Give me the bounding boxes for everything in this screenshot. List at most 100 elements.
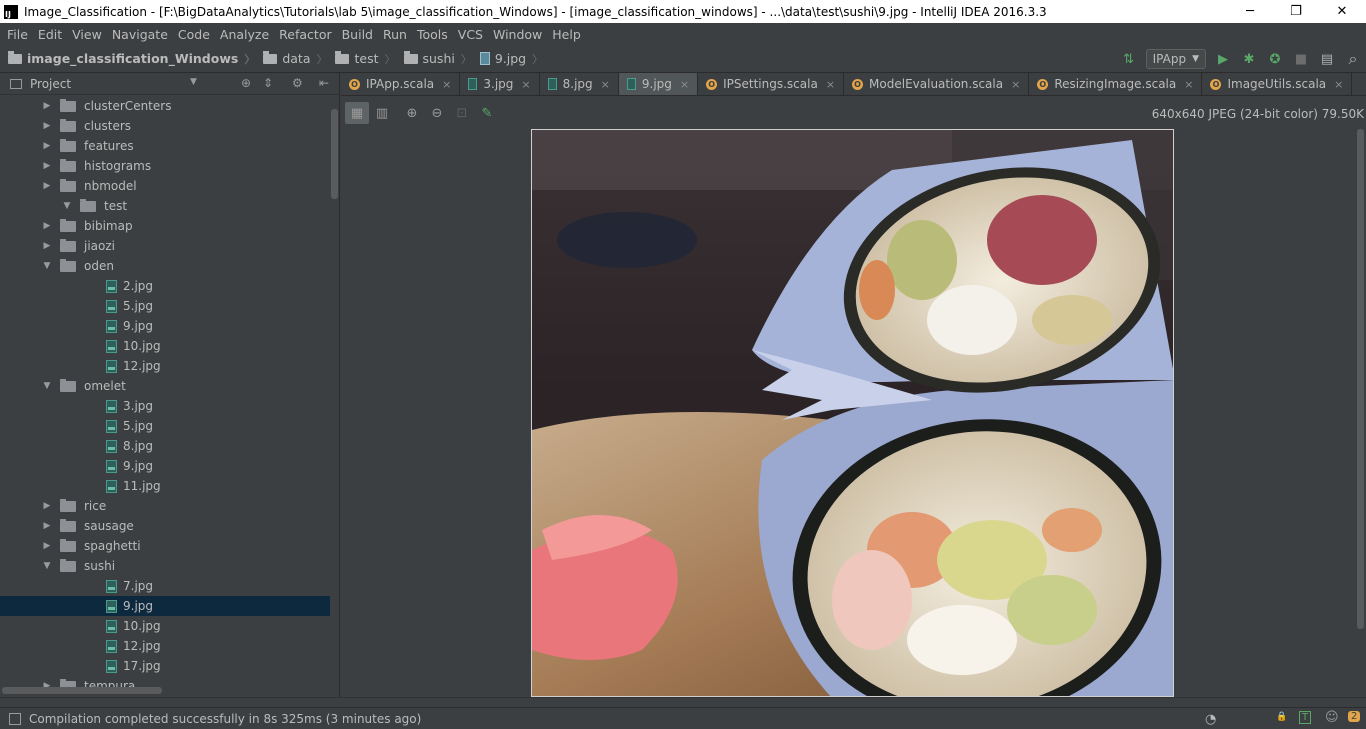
collapsed-arrow-icon[interactable]: ▶ xyxy=(42,141,52,151)
menu-vcs[interactable]: VCS xyxy=(454,27,487,42)
tree-folder-jiaozi[interactable]: ▶ jiaozi xyxy=(0,236,330,256)
tree-file-row[interactable]: 7.jpg xyxy=(0,576,330,596)
power-save-icon[interactable]: ◔ xyxy=(1205,712,1216,727)
tree-folder-test[interactable]: ▼ test xyxy=(0,196,330,216)
tree-folder-omelet[interactable]: ▼ omelet xyxy=(0,376,330,396)
color-picker-icon[interactable]: ✎ xyxy=(475,102,499,124)
tree-file-row[interactable]: 5.jpg xyxy=(0,296,330,316)
debug-button[interactable]: ✱ xyxy=(1238,48,1260,70)
editor-tab[interactable]: O ResizingImage.scala × xyxy=(1029,73,1203,95)
close-tab-icon[interactable]: × xyxy=(601,78,610,91)
menu-code[interactable]: Code xyxy=(174,27,214,42)
collapsed-arrow-icon[interactable]: ▶ xyxy=(42,501,52,511)
tree-folder-spaghetti[interactable]: ▶ spaghetti xyxy=(0,536,330,556)
hide-panel-icon[interactable]: ⇤ xyxy=(319,76,329,90)
menu-view[interactable]: View xyxy=(68,27,106,42)
breadcrumb-item[interactable]: test 〉 xyxy=(335,50,396,67)
event-log-icon[interactable]: 2 xyxy=(1348,711,1361,722)
close-tab-icon[interactable]: × xyxy=(521,78,530,91)
tree-folder-clusterCenters[interactable]: ▶ clusterCenters xyxy=(0,96,330,116)
menu-file[interactable]: File xyxy=(3,27,32,42)
collapsed-arrow-icon[interactable]: ▶ xyxy=(42,181,52,191)
menu-help[interactable]: Help xyxy=(548,27,585,42)
lock-icon[interactable]: 🔒 xyxy=(1276,712,1287,722)
collapsed-arrow-icon[interactable]: ▶ xyxy=(42,541,52,551)
tree-file-row[interactable]: 2.jpg xyxy=(0,276,330,296)
menu-tools[interactable]: Tools xyxy=(413,27,452,42)
editor-tab[interactable]: O ImageUtils.scala × xyxy=(1202,73,1353,95)
tree-folder-nbmodel[interactable]: ▶ nbmodel xyxy=(0,176,330,196)
stop-button[interactable]: ■ xyxy=(1290,48,1312,70)
close-tab-icon[interactable]: × xyxy=(1184,78,1193,91)
chessboard-background-icon[interactable]: ▦ xyxy=(345,102,369,124)
actual-size-icon[interactable]: ⊡ xyxy=(450,102,474,124)
tree-file-row[interactable]: 10.jpg xyxy=(0,616,330,636)
run-button[interactable]: ▶ xyxy=(1212,48,1234,70)
expanded-arrow-icon[interactable]: ▼ xyxy=(42,381,52,391)
collapsed-arrow-icon[interactable]: ▶ xyxy=(42,101,52,111)
tree-file-row[interactable]: 8.jpg xyxy=(0,436,330,456)
close-window-button[interactable]: ✕ xyxy=(1319,0,1365,23)
close-tab-icon[interactable]: × xyxy=(680,78,689,91)
editor-tab[interactable]: 3.jpg × xyxy=(460,73,540,95)
hector-icon[interactable]: ☺ xyxy=(1325,710,1339,725)
breadcrumb-item[interactable]: image_classification_Windows 〉 xyxy=(8,50,255,67)
tree-file-row[interactable]: 11.jpg xyxy=(0,476,330,496)
run-configuration-select[interactable]: IPApp ▼ xyxy=(1145,49,1206,69)
search-everywhere-icon[interactable]: ⌕ xyxy=(1342,48,1364,70)
gear-icon[interactable]: ⚙ xyxy=(292,76,303,90)
build-project-icon[interactable]: ⇅ xyxy=(1118,48,1140,70)
collapsed-arrow-icon[interactable]: ▶ xyxy=(42,161,52,171)
menu-run[interactable]: Run xyxy=(379,27,411,42)
editor-tab[interactable]: 8.jpg × xyxy=(540,73,619,95)
restore-button[interactable]: ❐ xyxy=(1273,0,1319,23)
tool-windows-toggle-icon[interactable] xyxy=(9,712,21,725)
tree-file-row[interactable]: 3.jpg xyxy=(0,396,330,416)
editor-tab[interactable]: O IPSettings.scala × xyxy=(698,73,845,95)
tree-vertical-scrollbar[interactable] xyxy=(331,109,338,199)
project-view-selector[interactable]: Project xyxy=(30,77,71,91)
breadcrumb-item[interactable]: sushi 〉 xyxy=(403,50,472,67)
tree-file-row[interactable]: 12.jpg xyxy=(0,636,330,656)
project-structure-icon[interactable]: ▤ xyxy=(1316,48,1338,70)
close-tab-icon[interactable]: × xyxy=(1011,78,1020,91)
tree-horizontal-scrollbar[interactable] xyxy=(2,687,162,694)
tree-file-row[interactable]: 9.jpg xyxy=(0,456,330,476)
menu-navigate[interactable]: Navigate xyxy=(108,27,172,42)
chevron-down-icon[interactable]: ▼ xyxy=(190,77,197,87)
expanded-arrow-icon[interactable]: ▼ xyxy=(42,561,52,571)
tree-file-row[interactable]: 12.jpg xyxy=(0,356,330,376)
tree-file-row[interactable]: 5.jpg xyxy=(0,416,330,436)
typo-inspection-icon[interactable]: T xyxy=(1299,711,1312,724)
minimize-button[interactable]: ─ xyxy=(1227,0,1273,23)
collapse-all-icon[interactable]: ⇕ xyxy=(263,76,273,90)
menu-window[interactable]: Window xyxy=(489,27,546,42)
grid-toggle-icon[interactable]: ▥ xyxy=(370,102,394,124)
zoom-in-icon[interactable]: ⊕ xyxy=(400,102,424,124)
menu-edit[interactable]: Edit xyxy=(34,27,66,42)
tree-folder-bibimap[interactable]: ▶ bibimap xyxy=(0,216,330,236)
close-tab-icon[interactable]: × xyxy=(1334,78,1343,91)
tree-folder-oden[interactable]: ▼ oden xyxy=(0,256,330,276)
editor-tab[interactable]: O ModelEvaluation.scala × xyxy=(844,73,1030,95)
tree-folder-sausage[interactable]: ▶ sausage xyxy=(0,516,330,536)
run-with-coverage-button[interactable]: ✪ xyxy=(1264,48,1286,70)
tree-folder-clusters[interactable]: ▶ clusters xyxy=(0,116,330,136)
menu-refactor[interactable]: Refactor xyxy=(275,27,335,42)
tree-folder-histograms[interactable]: ▶ histograms xyxy=(0,156,330,176)
tree-file-row[interactable]: 17.jpg xyxy=(0,656,330,676)
collapsed-arrow-icon[interactable]: ▶ xyxy=(42,241,52,251)
tree-folder-sushi[interactable]: ▼ sushi xyxy=(0,556,330,576)
breadcrumb-item[interactable]: data 〉 xyxy=(263,50,327,67)
breadcrumb-item[interactable]: 9.jpg 〉 xyxy=(479,51,543,67)
scroll-from-source-icon[interactable]: ⊕ xyxy=(241,76,251,90)
tree-file-row[interactable]: 10.jpg xyxy=(0,336,330,356)
menu-analyze[interactable]: Analyze xyxy=(216,27,273,42)
tree-folder-rice[interactable]: ▶ rice xyxy=(0,496,330,516)
expanded-arrow-icon[interactable]: ▼ xyxy=(62,201,72,211)
expanded-arrow-icon[interactable]: ▼ xyxy=(42,261,52,271)
tree-file-row[interactable]: 9.jpg xyxy=(0,316,330,336)
collapsed-arrow-icon[interactable]: ▶ xyxy=(42,521,52,531)
close-tab-icon[interactable]: × xyxy=(442,78,451,91)
close-tab-icon[interactable]: × xyxy=(826,78,835,91)
